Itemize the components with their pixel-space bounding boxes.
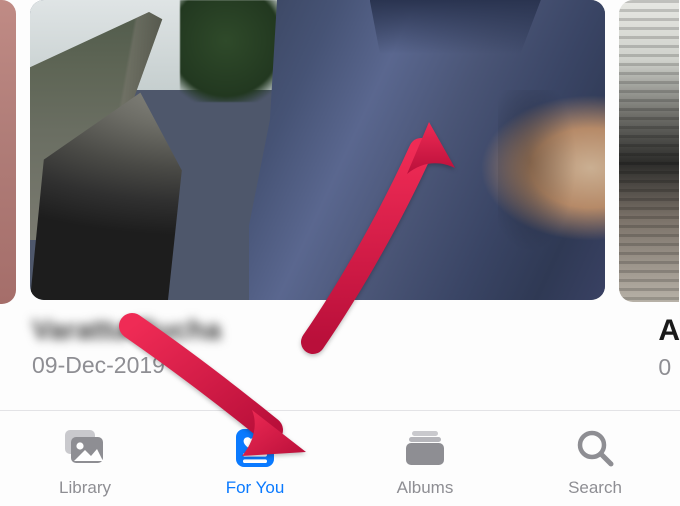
tab-label: Library [59,478,111,498]
tab-label: Albums [397,478,454,498]
memory-date: 09-Dec-2019 [32,352,221,379]
photo-arm-shadow [498,90,605,270]
memories-carousel[interactable] [0,0,680,304]
tab-label: Search [568,478,622,498]
search-icon [570,424,620,472]
photo-shirt-collar [370,0,541,54]
for-you-icon [230,424,280,472]
memory-next-date-initial: 0 [658,354,680,381]
tab-albums[interactable]: Albums [340,408,510,498]
memory-card-next-sliver[interactable] [619,0,679,302]
memory-title-blurred: Varattu Pucha [32,314,221,346]
tab-for-you[interactable]: For You [170,408,340,498]
memory-caption-next: A 0 [658,314,680,381]
tab-search[interactable]: Search [510,408,680,498]
tab-label: For You [226,478,285,498]
photo-person-foreground [249,0,606,300]
memory-next-title-initial: A [658,314,680,348]
memory-caption: Varattu Pucha 09-Dec-2019 [32,314,221,379]
tab-bar: Library For You Albums [0,408,680,498]
memory-card-main[interactable] [30,0,605,300]
library-icon [60,424,110,472]
albums-icon [400,424,450,472]
memory-card-prev-sliver[interactable] [0,0,16,304]
tab-library[interactable]: Library [0,408,170,498]
